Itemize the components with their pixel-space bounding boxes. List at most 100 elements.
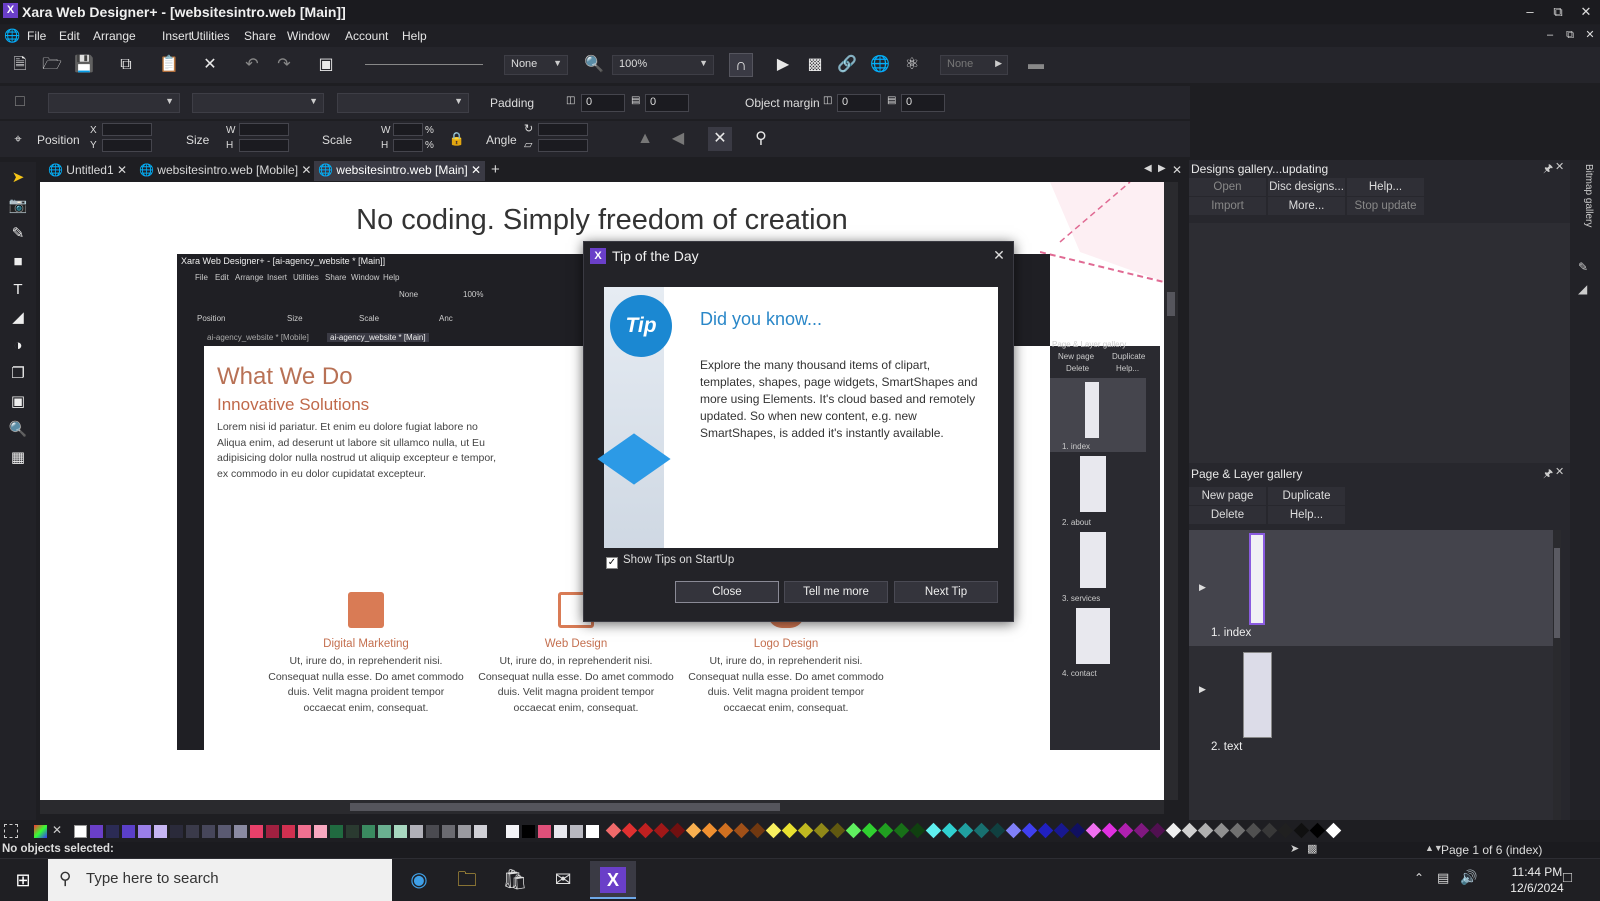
color-diamond[interactable]	[1133, 822, 1150, 839]
photo-tool-icon[interactable]: 📷	[6, 194, 30, 218]
color-diamond[interactable]	[1245, 822, 1262, 839]
zoom-combo[interactable]: 100% ▼	[612, 55, 714, 75]
vertical-scrollbar[interactable]	[1164, 182, 1178, 800]
stop-update-button[interactable]: Stop update	[1347, 197, 1424, 215]
scale-lines-icon[interactable]: ✕	[708, 127, 732, 151]
checkbox-checked-icon[interactable]: ✓	[606, 557, 618, 569]
xara-app-icon[interactable]: X	[3, 3, 18, 18]
designs-import-button[interactable]: Import	[1189, 197, 1266, 215]
flip-vertical-icon[interactable]: ◀	[666, 127, 690, 151]
color-swatch[interactable]	[234, 825, 247, 838]
paste-icon[interactable]: 📋	[157, 53, 181, 77]
new-tab-icon[interactable]: +	[487, 159, 504, 179]
web-properties-icon[interactable]: 🌐	[868, 53, 892, 77]
color-swatch[interactable]	[522, 825, 535, 838]
color-swatch[interactable]	[298, 825, 311, 838]
y-field[interactable]	[102, 139, 152, 152]
color-diamond[interactable]	[605, 822, 622, 839]
color-diamond[interactable]	[861, 822, 878, 839]
side-tool-icon[interactable]: ✎	[1578, 260, 1588, 274]
page-thumbnail[interactable]	[1243, 652, 1272, 738]
page-thumbnail[interactable]	[1249, 533, 1265, 625]
show-tips-checkbox[interactable]: ✓ Show Tips on StartUp	[606, 554, 734, 569]
designs-help-button[interactable]: Help...	[1347, 178, 1424, 196]
select-inside-icon[interactable]: □	[8, 90, 32, 114]
menu-edit[interactable]: Edit	[59, 29, 80, 43]
notifications-icon[interactable]: □	[1563, 869, 1572, 886]
color-swatch[interactable]	[442, 825, 455, 838]
designs-open-button[interactable]: Open	[1189, 178, 1266, 196]
color-swatch[interactable]	[202, 825, 215, 838]
color-diamond[interactable]	[1101, 822, 1118, 839]
fill-combo[interactable]: None ▶	[940, 55, 1008, 75]
color-picker-swatch[interactable]	[34, 825, 47, 838]
magnet-snap-icon[interactable]: ∩	[729, 53, 753, 77]
close-button[interactable]: Close	[675, 581, 779, 603]
render-mode-icon[interactable]: ▩	[1307, 842, 1317, 855]
x-field[interactable]	[102, 123, 152, 136]
size-combo[interactable]: ▼	[337, 93, 469, 113]
tab-untitled1[interactable]: 🌐 Untitled1 ✕	[44, 161, 131, 181]
transparency-icon[interactable]: ▬	[1024, 53, 1048, 77]
globe-icon[interactable]: 🌐	[4, 28, 20, 44]
close-document-icon[interactable]: ✕	[1168, 161, 1186, 181]
bitmap-gallery-tab[interactable]: Bitmap gallery	[1578, 164, 1594, 250]
rectangle-tool-icon[interactable]: ■	[6, 250, 30, 274]
color-diamond[interactable]	[1277, 822, 1294, 839]
menu-account[interactable]: Account	[345, 29, 388, 43]
color-diamond[interactable]	[1085, 822, 1102, 839]
menu-utilities[interactable]: Utilities	[191, 29, 230, 43]
zoom-tool-icon[interactable]: 🔍	[582, 53, 606, 77]
color-diamond[interactable]	[749, 822, 766, 839]
color-swatch[interactable]	[266, 825, 279, 838]
color-swatch[interactable]	[122, 825, 135, 838]
margin-horizontal-field[interactable]: 0	[837, 94, 881, 112]
redo-icon[interactable]: ↷	[272, 53, 296, 77]
color-diamond[interactable]	[1117, 822, 1134, 839]
color-palette[interactable]: ✕	[0, 820, 1600, 842]
page-item-index[interactable]: ▶ 1. index	[1189, 530, 1561, 646]
color-swatch[interactable]	[154, 825, 167, 838]
color-diamond[interactable]	[733, 822, 750, 839]
designs-list[interactable]	[1189, 223, 1570, 463]
volume-icon[interactable]: 🔊	[1460, 869, 1477, 886]
menu-arrange[interactable]: Arrange	[93, 29, 136, 43]
windows-start-icon[interactable]: ⊞	[10, 868, 36, 892]
color-swatch[interactable]	[314, 825, 327, 838]
color-diamond[interactable]	[973, 822, 990, 839]
padding-horizontal-field[interactable]: 0	[581, 94, 625, 112]
color-diamond[interactable]	[653, 822, 670, 839]
tag-icon[interactable]: ⚲	[749, 127, 773, 151]
undo-icon[interactable]: ↶	[240, 53, 264, 77]
page-help-button[interactable]: Help...	[1268, 506, 1345, 524]
scale-width-field[interactable]	[393, 123, 423, 136]
style-combo[interactable]: ▼	[192, 93, 324, 113]
transparency-tool-icon[interactable]: ◑	[6, 334, 30, 358]
font-family-combo[interactable]: ▼	[48, 93, 180, 113]
width-field[interactable]	[239, 123, 289, 136]
color-diamond[interactable]	[909, 822, 926, 839]
tray-chevron-icon[interactable]: ⌃	[1414, 871, 1424, 885]
color-diamond[interactable]	[893, 822, 910, 839]
selector-tool-icon[interactable]: ➤	[6, 166, 30, 190]
color-diamond[interactable]	[701, 822, 718, 839]
new-document-icon[interactable]: 🗎	[8, 53, 32, 77]
page-list-scrollbar[interactable]	[1553, 530, 1561, 820]
file-explorer-icon[interactable]: 🗀	[444, 861, 490, 899]
color-swatch[interactable]	[138, 825, 151, 838]
color-diamond[interactable]	[1309, 822, 1326, 839]
color-diamond[interactable]	[1325, 822, 1342, 839]
tab-websitesintro-mobile[interactable]: 🌐 websitesintro.web [Mobile] ✕	[135, 161, 315, 181]
microsoft-store-icon[interactable]: 🛍	[492, 861, 538, 899]
line-style-combo[interactable]: None ▼	[504, 55, 568, 75]
frame-tool-icon[interactable]: ▣	[6, 390, 30, 414]
menu-insert[interactable]: Insert	[162, 29, 192, 43]
color-swatch[interactable]	[394, 825, 407, 838]
xara-taskbar-icon[interactable]: X	[590, 861, 636, 899]
color-swatch[interactable]	[506, 825, 519, 838]
no-color-swatch[interactable]	[74, 825, 87, 838]
tab-close-icon[interactable]: ✕	[301, 163, 311, 177]
preview-icon[interactable]: ▩	[803, 53, 827, 77]
menu-file[interactable]: File	[27, 29, 46, 43]
shadow-tool-icon[interactable]: ❐	[6, 362, 30, 386]
